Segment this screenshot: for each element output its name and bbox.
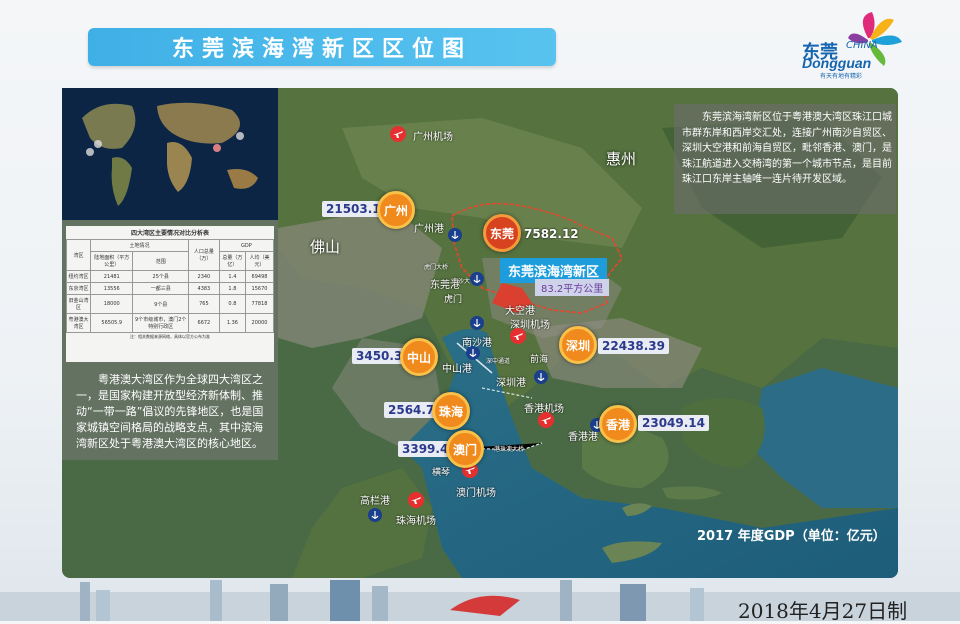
table-cell: 6672 [187, 313, 220, 333]
logo-tagline: 有天有地有精彩 [820, 73, 863, 80]
city-badge-zhongshan: 中山 [400, 338, 438, 376]
table-cell: 4383 [187, 282, 220, 295]
table-cell: 一都三县 [132, 282, 189, 295]
table-cell: 15670 [245, 282, 274, 295]
new-area-size: 83.2平方公里 [535, 279, 610, 296]
label-foshan: 佛山 [310, 238, 341, 256]
description-text: 东莞滨海湾新区位于粤港澳大湾区珠江口城市群东岸和西岸交汇处，连接广州南沙自贸区、… [682, 112, 892, 185]
bay-area-table: 四大湾区主要情况对比分析表 湾区 土地情况 人口总量（万） GDP 陆地面积（平… [65, 226, 275, 362]
label-zh-airport: 珠海机场 [396, 516, 436, 527]
table-header: GDP [218, 239, 275, 252]
table-header: 陆地面积（平方公里） [90, 251, 134, 271]
table-note: 注：相关数据来源网络，具体以官方公布为准 [130, 334, 210, 339]
table-header: 人口总量（万） [187, 239, 220, 271]
table-cell: 旧金山湾区 [65, 294, 92, 314]
table-cell: 0.8 [218, 294, 247, 314]
logo-text-china: CHINA [846, 40, 878, 51]
label-jiangzhong: 深中通道 [486, 358, 511, 365]
table-cell: 2340 [187, 270, 220, 283]
label-gz-airport: 广州机场 [413, 132, 453, 143]
table-cell: 25个县 [132, 270, 189, 283]
anchor-icon [368, 508, 382, 522]
table-header: 范围 [132, 251, 189, 271]
title-bar: 东莞滨海湾新区区位图 [88, 28, 556, 66]
airport-icon [408, 492, 424, 508]
dongguan-logo: 东莞 CHINA Dongguan 有天有地有精彩 [798, 8, 918, 82]
world-mini-map [62, 88, 278, 220]
bay-area-intro: 粤港澳大湾区作为全球四大湾区之一，是国家构建开放型经济新体制、推动“一带一路”倡… [76, 373, 264, 450]
table-row: 东京湾区 13556 一都三县 4383 1.8 15670 [65, 282, 274, 295]
label-hengqin: 横琴 [432, 468, 451, 478]
label-humen: 虎门 [444, 295, 463, 305]
label-mo-airport: 澳门机场 [456, 488, 496, 499]
label-sz-port: 深圳港 [496, 378, 526, 389]
table-row: 纽约湾区 21481 25个县 2340 1.4 69498 [65, 270, 274, 283]
page-title: 东莞滨海湾新区区位图 [171, 37, 472, 62]
anchor-icon [466, 346, 480, 360]
table-header: 总量（万亿） [218, 251, 247, 271]
anchor-icon [470, 272, 484, 286]
airport-icon [510, 328, 526, 344]
label-qianhai: 前海 [530, 355, 549, 365]
table-row: 粤港澳大湾区 56505.9 9个市级城市，澳门2个特别行政区 6672 1.3… [65, 313, 274, 333]
city-badge-shenzhen: 深圳 [559, 326, 597, 364]
label-huizhou: 惠州 [606, 150, 637, 168]
table-cell: 1.4 [218, 270, 247, 283]
label-gaolan-port: 高栏港 [360, 496, 390, 507]
city-badge-hongkong: 香港 [599, 405, 637, 443]
gdp-caption: 2017 年度GDP（单位：亿元） [697, 529, 886, 544]
table-cell: 9个市级城市，澳门2个特别行政区 [132, 313, 189, 333]
table-cell: 77818 [245, 294, 274, 314]
gdp-dongguan: 7582.12 [524, 227, 579, 241]
table-cell: 13556 [90, 282, 134, 295]
airport-icon [390, 126, 406, 142]
anchor-icon [448, 228, 462, 242]
table-cell: 1.36 [218, 313, 247, 333]
table-cell: 9个县 [132, 294, 189, 314]
gdp-shenzhen: 22438.39 [598, 338, 670, 354]
comparison-table: 湾区 土地情况 人口总量（万） GDP 陆地面积（平方公里） 范围 总量（万亿）… [65, 239, 275, 333]
table-cell: 东京湾区 [65, 282, 92, 295]
table-header: 湾区 [65, 239, 92, 271]
table-header: 人均（美元） [245, 251, 274, 271]
city-badge-macau: 澳门 [446, 430, 484, 468]
label-dakonggang: 大空港 [505, 306, 535, 317]
table-cell: 粤港澳大湾区 [65, 313, 92, 333]
table-cell: 765 [187, 294, 220, 314]
city-badge-zhuhai: 珠海 [432, 392, 470, 430]
label-zs-port: 中山港 [442, 364, 472, 375]
table-cell: 21481 [90, 270, 134, 283]
gdp-hongkong: 23049.14 [638, 415, 710, 431]
airport-icon [538, 412, 554, 428]
table-cell: 纽约湾区 [65, 270, 92, 283]
table-cell: 56505.9 [90, 313, 134, 333]
anchor-icon [534, 370, 548, 384]
label-gz-port: 广州港 [414, 224, 444, 235]
label-humen-bridge: 虎门大桥 [424, 264, 449, 271]
label-hzm-bridge: 港珠澳大桥 [494, 446, 525, 453]
city-badge-dongguan: 东莞 [483, 214, 521, 252]
table-cell: 18000 [90, 294, 134, 314]
table-cell: 1.8 [218, 282, 247, 295]
date-text: 2018年4月27日制 [738, 599, 908, 623]
table-cell: 69498 [245, 270, 274, 283]
table-row: 旧金山湾区 18000 9个县 765 0.8 77818 [65, 294, 274, 314]
city-badge-guangzhou: 广州 [377, 191, 415, 229]
logo-text-en: Dongguan [802, 55, 872, 71]
table-header: 土地情况 [90, 239, 189, 252]
table-cell: 20000 [245, 313, 274, 333]
anchor-icon [470, 316, 484, 330]
table-title: 四大湾区主要情况对比分析表 [130, 230, 209, 237]
